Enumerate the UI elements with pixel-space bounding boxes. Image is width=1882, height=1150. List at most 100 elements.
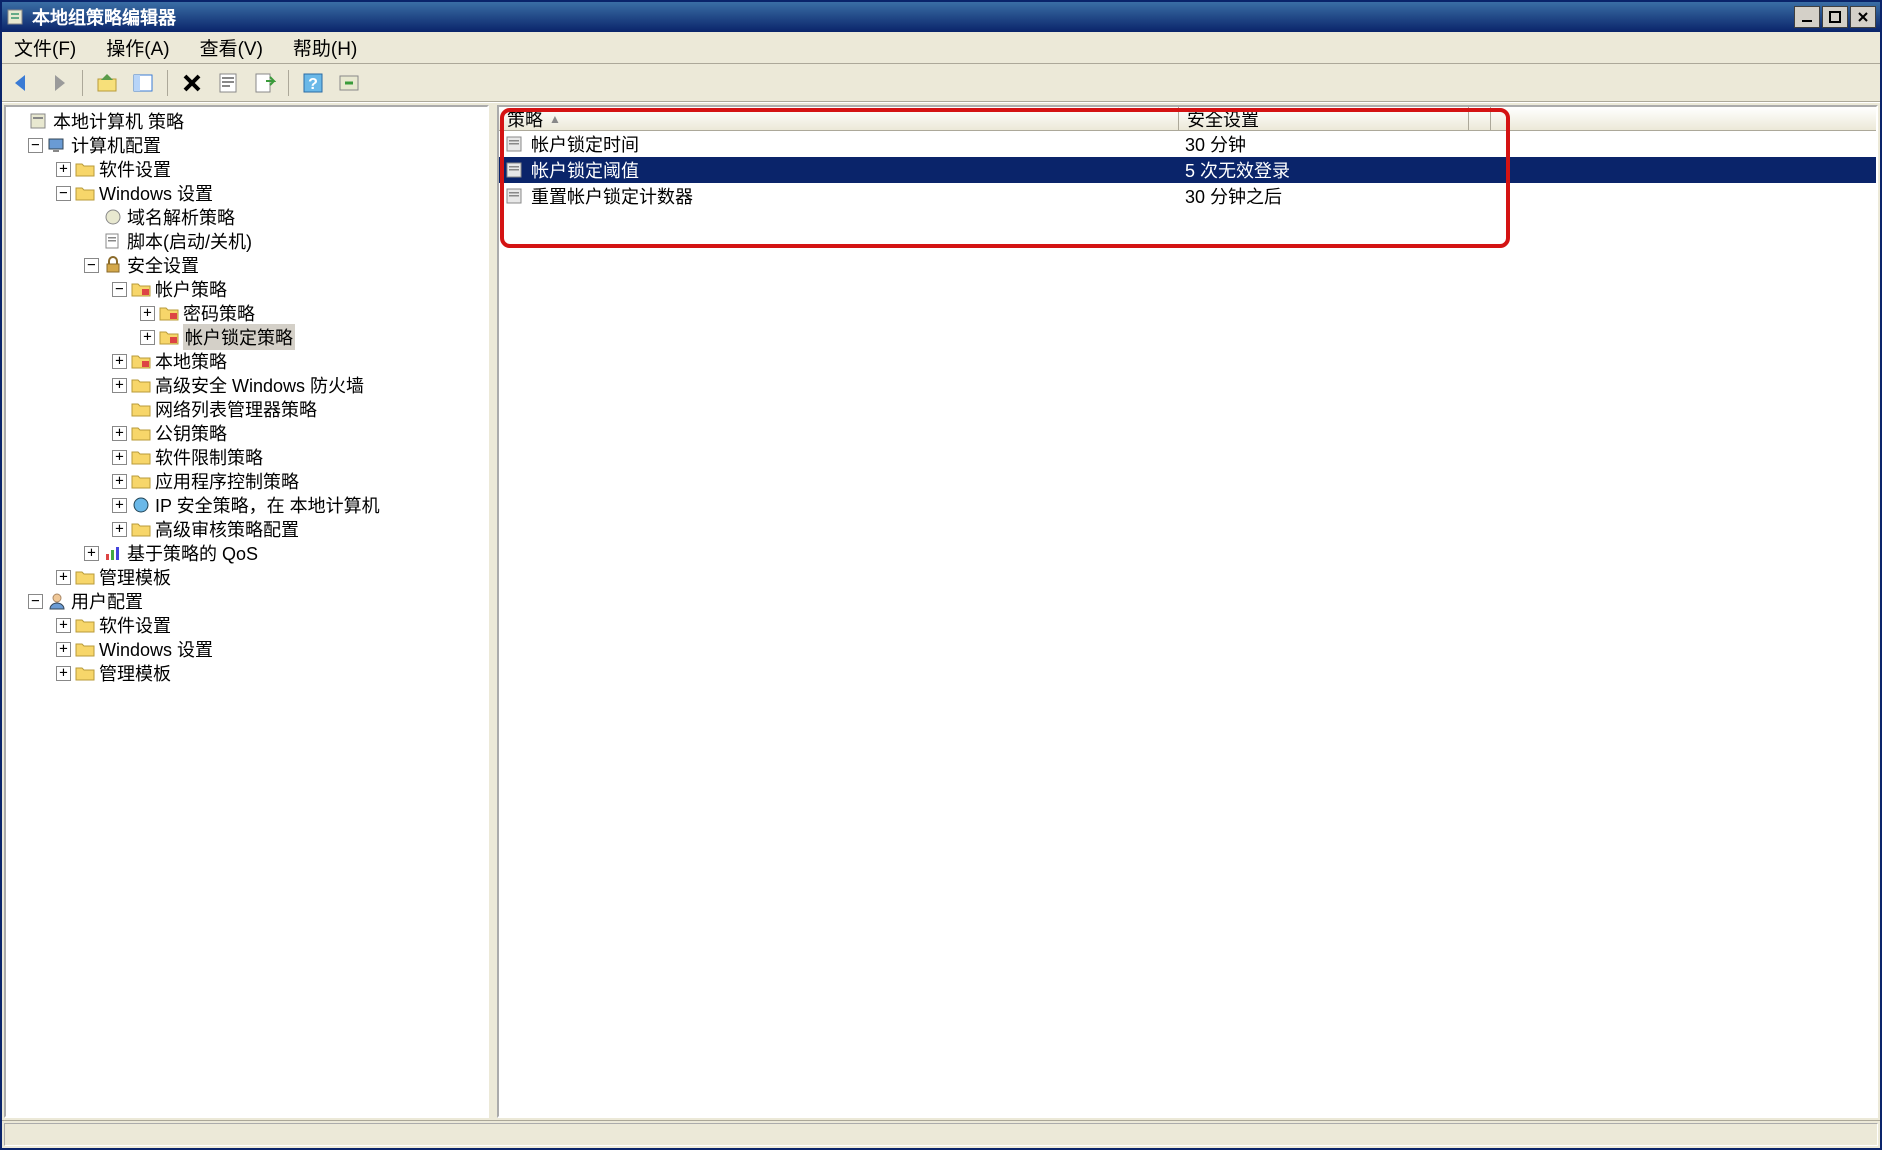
tree-admin-templates[interactable]: + 管理模板 bbox=[10, 565, 489, 589]
expander-icon[interactable]: + bbox=[56, 570, 71, 585]
folder-icon bbox=[131, 400, 151, 418]
splitter[interactable] bbox=[490, 103, 496, 1120]
tree-security-settings[interactable]: − 安全设置 bbox=[10, 253, 489, 277]
tree-label: 本地计算机 策略 bbox=[53, 108, 184, 134]
forward-button[interactable] bbox=[42, 67, 74, 99]
toolbar-separator bbox=[167, 70, 168, 96]
tree-computer-config[interactable]: − 计算机配置 bbox=[10, 133, 489, 157]
up-button[interactable] bbox=[91, 67, 123, 99]
list-row[interactable]: 帐户锁定时间 30 分钟 bbox=[499, 131, 1876, 157]
export-list-button[interactable] bbox=[248, 67, 280, 99]
column-header-spacer bbox=[1469, 107, 1491, 130]
tree-pane: 本地计算机 策略 − 计算机配置 + 软件设置 − Windows 设置 bbox=[4, 105, 489, 1118]
column-header-setting[interactable]: 安全设置 bbox=[1179, 107, 1469, 130]
tree-label: Windows 设置 bbox=[99, 636, 213, 662]
tree-windows-settings[interactable]: − Windows 设置 bbox=[10, 181, 489, 205]
tree-qos[interactable]: + 基于策略的 QoS bbox=[10, 541, 489, 565]
expander-icon[interactable]: + bbox=[112, 378, 127, 393]
expander-icon[interactable]: + bbox=[56, 162, 71, 177]
tree-label: 用户配置 bbox=[71, 588, 143, 614]
list-row[interactable]: 重置帐户锁定计数器 30 分钟之后 bbox=[499, 183, 1876, 209]
tree-label: 管理模板 bbox=[99, 564, 171, 590]
folder-lock-icon bbox=[131, 280, 151, 298]
chart-icon bbox=[103, 544, 123, 562]
tree-scripts[interactable]: 脚本(启动/关机) bbox=[10, 229, 489, 253]
toolbar-separator bbox=[82, 70, 83, 96]
tree-local-policies[interactable]: + 本地策略 bbox=[10, 349, 489, 373]
tree-ip-security[interactable]: + IP 安全策略，在 本地计算机 bbox=[10, 493, 489, 517]
tree-software-restriction[interactable]: + 软件限制策略 bbox=[10, 445, 489, 469]
column-header-policy[interactable]: 策略 ▲ bbox=[499, 107, 1179, 130]
tree-account-policies[interactable]: − 帐户策略 bbox=[10, 277, 489, 301]
tree-user-software[interactable]: + 软件设置 bbox=[10, 613, 489, 637]
expander-icon[interactable]: − bbox=[112, 282, 127, 297]
tree-software-settings[interactable]: + 软件设置 bbox=[10, 157, 489, 181]
tree-name-resolution[interactable]: 域名解析策略 bbox=[10, 205, 489, 229]
folder-lock-icon bbox=[159, 304, 179, 322]
folder-icon bbox=[75, 184, 95, 202]
policy-name: 帐户锁定阈值 bbox=[531, 157, 639, 183]
manage-button[interactable] bbox=[333, 67, 365, 99]
tree-label: 基于策略的 QoS bbox=[127, 540, 258, 566]
policy-value: 5 次无效登录 bbox=[1179, 157, 1469, 183]
tree-password-policy[interactable]: + 密码策略 bbox=[10, 301, 489, 325]
tree-user-config[interactable]: − 用户配置 bbox=[10, 589, 489, 613]
tree-app-control[interactable]: + 应用程序控制策略 bbox=[10, 469, 489, 493]
tree-label: IP 安全策略，在 本地计算机 bbox=[155, 492, 380, 518]
tree-user-windows[interactable]: + Windows 设置 bbox=[10, 637, 489, 661]
tree-network-list[interactable]: 网络列表管理器策略 bbox=[10, 397, 489, 421]
expander-icon[interactable]: + bbox=[112, 522, 127, 537]
expander-icon[interactable]: + bbox=[140, 330, 155, 345]
tree-label: 公钥策略 bbox=[155, 420, 227, 446]
back-button[interactable] bbox=[6, 67, 38, 99]
expander-icon[interactable]: − bbox=[28, 138, 43, 153]
expander-icon[interactable]: + bbox=[112, 426, 127, 441]
expander-icon[interactable]: + bbox=[56, 642, 71, 657]
maximize-button[interactable] bbox=[1822, 6, 1848, 28]
list-row-selected[interactable]: 帐户锁定阈值 5 次无效登录 bbox=[499, 157, 1876, 183]
properties-button[interactable] bbox=[212, 67, 244, 99]
help-button[interactable]: ? bbox=[297, 67, 329, 99]
tree-label: 网络列表管理器策略 bbox=[155, 396, 317, 422]
expander-icon[interactable]: − bbox=[56, 186, 71, 201]
tree-label: 管理模板 bbox=[99, 660, 171, 686]
expander-icon[interactable]: + bbox=[112, 498, 127, 513]
tree-public-key[interactable]: + 公钥策略 bbox=[10, 421, 489, 445]
minimize-button[interactable] bbox=[1794, 6, 1820, 28]
folder-icon bbox=[131, 520, 151, 538]
menu-view[interactable]: 查看(V) bbox=[194, 32, 269, 63]
status-cell bbox=[4, 1123, 1878, 1146]
tree-root[interactable]: 本地计算机 策略 bbox=[10, 109, 489, 133]
tree-audit-config[interactable]: + 高级审核策略配置 bbox=[10, 517, 489, 541]
column-header-label: 策略 bbox=[507, 106, 543, 132]
delete-button[interactable] bbox=[176, 67, 208, 99]
toolbar: ? bbox=[2, 64, 1880, 102]
show-hide-tree-button[interactable] bbox=[127, 67, 159, 99]
tree-label: 软件设置 bbox=[99, 156, 171, 182]
computer-icon bbox=[47, 136, 67, 154]
menu-action[interactable]: 操作(A) bbox=[100, 32, 175, 63]
tree-scroll[interactable]: 本地计算机 策略 − 计算机配置 + 软件设置 − Windows 设置 bbox=[6, 107, 489, 1116]
policy-icon bbox=[103, 208, 123, 226]
expander-icon[interactable]: + bbox=[140, 306, 155, 321]
expander-icon[interactable]: + bbox=[112, 450, 127, 465]
expander-icon[interactable]: + bbox=[56, 666, 71, 681]
folder-icon bbox=[131, 424, 151, 442]
expander-icon[interactable]: − bbox=[28, 594, 43, 609]
tree-firewall[interactable]: + 高级安全 Windows 防火墙 bbox=[10, 373, 489, 397]
menu-help[interactable]: 帮助(H) bbox=[287, 32, 363, 63]
status-bar bbox=[2, 1120, 1880, 1148]
tree-account-lockout-policy[interactable]: + 帐户锁定策略 bbox=[10, 325, 489, 349]
policy-name: 帐户锁定时间 bbox=[531, 131, 639, 157]
tree-label: 本地策略 bbox=[155, 348, 227, 374]
tree-user-admin-templates[interactable]: + 管理模板 bbox=[10, 661, 489, 685]
expander-icon[interactable]: + bbox=[112, 474, 127, 489]
close-button[interactable] bbox=[1850, 6, 1876, 28]
expander-icon[interactable]: + bbox=[56, 618, 71, 633]
menu-file[interactable]: 文件(F) bbox=[8, 32, 82, 63]
expander-icon[interactable]: + bbox=[84, 546, 99, 561]
expander-icon[interactable]: − bbox=[84, 258, 99, 273]
tree-label: 密码策略 bbox=[183, 300, 255, 326]
folder-icon bbox=[75, 616, 95, 634]
expander-icon[interactable]: + bbox=[112, 354, 127, 369]
